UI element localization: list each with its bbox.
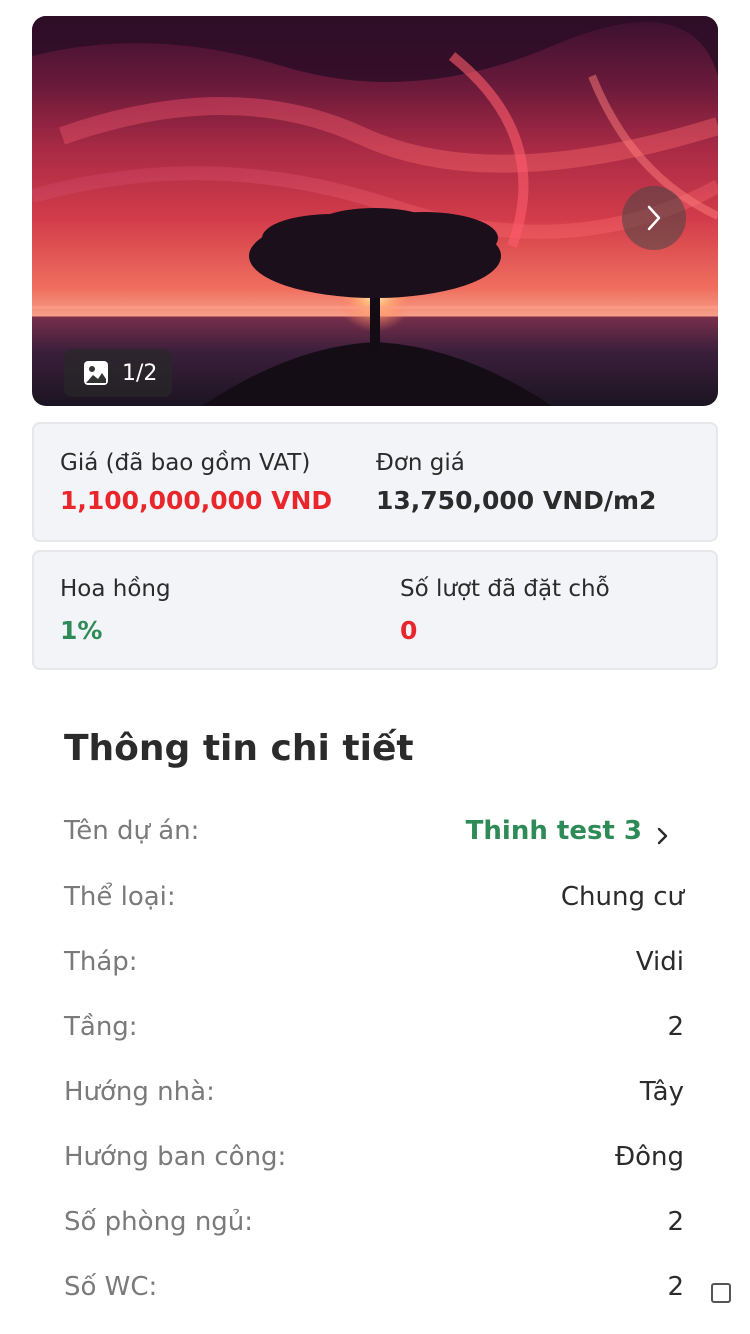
property-image-carousel[interactable]: 1/2 xyxy=(32,16,718,406)
detail-label: Thể loại: xyxy=(64,882,176,912)
checkbox[interactable] xyxy=(711,1283,731,1303)
price-card: Giá (đã bao gồm VAT) 1,100,000,000 VND Đ… xyxy=(32,422,718,542)
detail-row-tower: Tháp: Vidi xyxy=(64,947,686,987)
detail-label: Tháp: xyxy=(64,947,138,977)
detail-label: Tầng: xyxy=(64,1012,138,1042)
detail-value: Đông xyxy=(614,1142,684,1172)
commission-label: Hoa hồng xyxy=(60,576,171,602)
next-image-button[interactable] xyxy=(622,186,686,250)
detail-label: Số WC: xyxy=(64,1272,158,1302)
detail-label: Hướng ban công: xyxy=(64,1142,287,1172)
project-link[interactable]: Thinh test 3 xyxy=(466,816,642,846)
detail-value: 2 xyxy=(667,1207,684,1237)
detail-row-wc: Số WC: 2 xyxy=(64,1272,686,1312)
commission-value: 1% xyxy=(60,616,103,645)
detail-row-type: Thể loại: Chung cư xyxy=(64,882,686,922)
detail-row-floor: Tầng: 2 xyxy=(64,1012,686,1052)
details-title: Thông tin chi tiết xyxy=(64,728,414,769)
bookings-value: 0 xyxy=(400,616,418,645)
detail-value: 2 xyxy=(667,1272,684,1302)
chevron-right-icon xyxy=(647,205,661,231)
detail-label: Số phòng ngủ: xyxy=(64,1207,254,1237)
price-label: Giá (đã bao gồm VAT) xyxy=(60,450,311,476)
price-value: 1,100,000,000 VND xyxy=(60,486,333,515)
chevron-right-icon[interactable] xyxy=(654,824,672,848)
detail-row-project[interactable]: Tên dự án: Thinh test 3 xyxy=(64,816,686,856)
detail-row-balcony-direction: Hướng ban công: Đông xyxy=(64,1142,686,1182)
detail-value: 2 xyxy=(667,1012,684,1042)
detail-row-house-direction: Hướng nhà: Tây xyxy=(64,1077,686,1117)
unit-price-label: Đơn giá xyxy=(376,450,465,476)
bookings-label: Số lượt đã đặt chỗ xyxy=(400,576,610,602)
image-icon xyxy=(84,361,108,385)
detail-value: Chung cư xyxy=(560,882,684,912)
detail-label: Hướng nhà: xyxy=(64,1077,215,1107)
detail-value: Tây xyxy=(639,1077,684,1107)
detail-row-bedrooms: Số phòng ngủ: 2 xyxy=(64,1207,686,1247)
image-counter-text: 1/2 xyxy=(122,360,158,386)
stats-card: Hoa hồng 1% Số lượt đã đặt chỗ 0 xyxy=(32,550,718,670)
unit-price-value: 13,750,000 VND/m2 xyxy=(376,486,657,515)
image-counter-badge[interactable]: 1/2 xyxy=(64,349,172,397)
detail-value: Vidi xyxy=(635,947,684,977)
detail-label: Tên dự án: xyxy=(64,816,200,846)
property-photo xyxy=(32,16,718,406)
